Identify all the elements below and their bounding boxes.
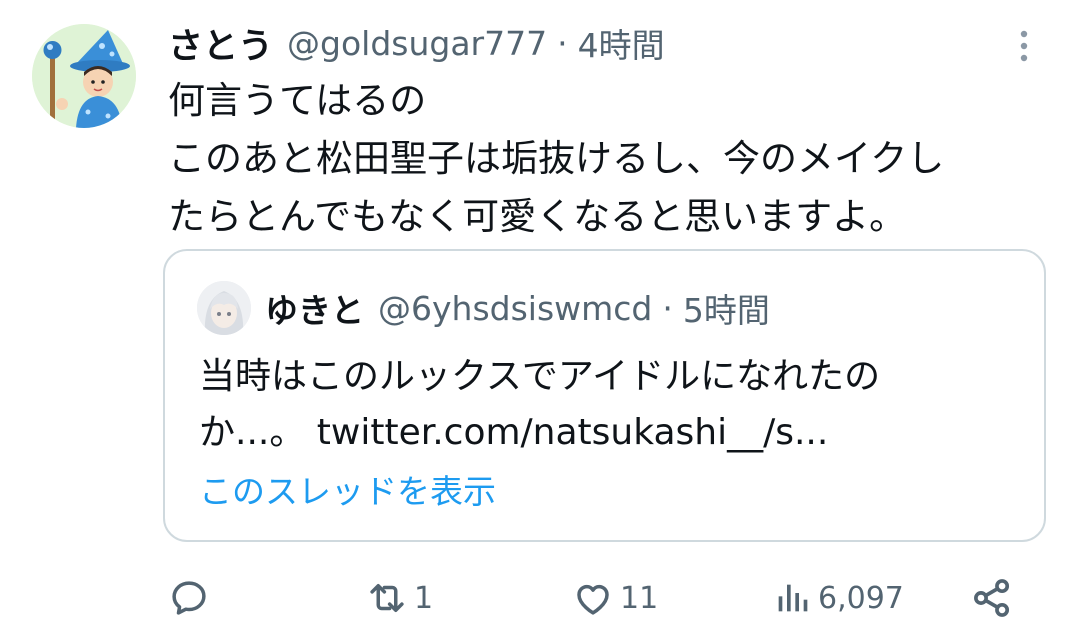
- more-icon: [1020, 30, 1028, 62]
- views-button[interactable]: 6,097: [772, 570, 904, 626]
- quote-timestamp[interactable]: 5時間: [683, 284, 770, 332]
- author-handle[interactable]: @goldsugar777: [287, 24, 547, 63]
- quote-author-avatar[interactable]: [197, 281, 251, 335]
- meta-separator: ·: [557, 23, 568, 63]
- like-button[interactable]: 11: [572, 570, 658, 626]
- tweet-text: 何言うてはるの このあと松田聖子は垢抜けるし、今のメイクし たらとんでもなく可愛…: [168, 79, 945, 238]
- quote-author-display-name[interactable]: ゆきと: [265, 284, 364, 332]
- quote-author-handle[interactable]: @6yhsdsiswmcd: [378, 289, 652, 328]
- quote-header: ゆきと @6yhsdsiswmcd · 5時間: [265, 281, 770, 335]
- share-icon: [974, 579, 1010, 617]
- wizard-avatar-icon: [32, 24, 136, 128]
- tweet-header: さとう @goldsugar777 · 4時間: [168, 18, 665, 68]
- author-display-name[interactable]: さとう: [168, 18, 273, 69]
- quote-tweet-card[interactable]: ゆきと @6yhsdsiswmcd · 5時間 当時はこのルックスでアイドルにな…: [163, 249, 1046, 542]
- retweet-button[interactable]: 1: [366, 570, 433, 626]
- like-count: 11: [620, 580, 659, 616]
- retweet-icon: [370, 584, 404, 612]
- tweet-timestamp[interactable]: 4時間: [578, 19, 665, 67]
- show-thread-link[interactable]: このスレッドを表示: [199, 465, 496, 513]
- author-avatar[interactable]: [32, 24, 136, 128]
- like-icon: [577, 584, 609, 615]
- retweet-count: 1: [414, 580, 434, 616]
- more-options-button[interactable]: [1010, 24, 1038, 68]
- quote-text: 当時はこのルックスでアイドルになれたの か...。 twitter.com/na…: [199, 356, 881, 453]
- views-icon: [778, 584, 808, 612]
- reply-button[interactable]: [168, 570, 216, 626]
- anime-avatar-icon: [197, 281, 251, 335]
- quote-meta-separator: ·: [662, 288, 673, 328]
- reply-icon: [172, 581, 206, 615]
- views-count: 6,097: [818, 580, 904, 616]
- share-button[interactable]: [970, 570, 1014, 626]
- tweet-action-bar: 1 11 6,097: [0, 570, 1080, 626]
